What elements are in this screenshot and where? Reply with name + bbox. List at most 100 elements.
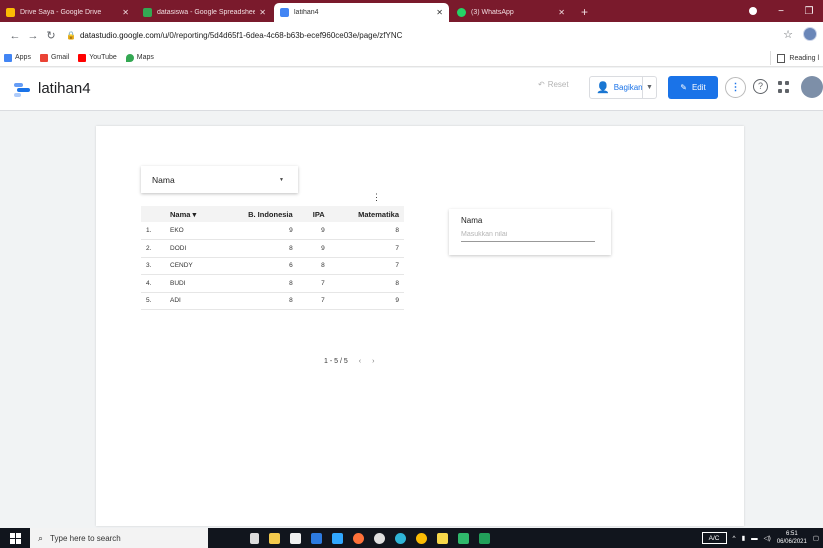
- cell-nama: ADI: [165, 292, 218, 310]
- sticky-notes-icon[interactable]: [437, 532, 448, 544]
- chevron-down-icon[interactable]: ▼: [642, 77, 656, 98]
- store-icon[interactable]: [290, 532, 301, 544]
- cell-ipa: 9: [297, 239, 330, 258]
- bookmark-gmail[interactable]: Gmail: [39, 53, 69, 62]
- minimize-icon[interactable]: −: [767, 6, 795, 17]
- cell-b-indonesia: 8: [217, 274, 298, 293]
- windows-start-icon[interactable]: [0, 528, 30, 548]
- row-number: 3.: [141, 257, 165, 275]
- clock-time: 6:51: [785, 531, 798, 537]
- profile-avatar[interactable]: [803, 27, 817, 41]
- report-title[interactable]: latihan4: [38, 80, 91, 97]
- lock-icon[interactable]: 🔒: [66, 31, 76, 40]
- table-row[interactable]: 1. EKO 9 9 8: [141, 222, 404, 240]
- battery-icon[interactable]: ▬: [751, 535, 758, 542]
- reading-list-button[interactable]: Reading l: [770, 51, 819, 65]
- reset-button[interactable]: ↶ Reset: [538, 80, 569, 89]
- cell-b-indonesia: 8: [217, 292, 298, 310]
- help-icon[interactable]: ?: [753, 79, 768, 94]
- column-label: Nama: [170, 209, 191, 219]
- browser-tab-spreadsheet[interactable]: datasiswa - Google Spreadsheet ✕: [137, 3, 272, 22]
- bookmark-youtube[interactable]: YouTube: [78, 53, 117, 62]
- tab-label: latihan4: [294, 9, 319, 16]
- url-field[interactable]: datastudio.google.com/u/0/reporting/5d4d…: [80, 31, 402, 40]
- google-drive-icon: [6, 8, 15, 17]
- bookmark-maps[interactable]: Maps: [125, 53, 154, 62]
- data-studio-logo-icon[interactable]: [14, 83, 30, 97]
- browser-tab-strip: Drive Saya - Google Drive ✕ datasiswa - …: [0, 0, 823, 22]
- cell-nama: CENDY: [165, 257, 218, 275]
- bookmarks-bar: Apps Gmail YouTube Maps Reading l: [0, 49, 823, 67]
- network-icon[interactable]: ▮: [742, 534, 746, 542]
- reload-icon[interactable]: ↻: [42, 29, 60, 42]
- app-icon[interactable]: [374, 532, 385, 544]
- dropdown-label: Nama: [152, 174, 175, 185]
- mail-icon[interactable]: [311, 532, 322, 544]
- close-icon[interactable]: ✕: [558, 8, 565, 17]
- caret-down-icon: ▼: [279, 177, 284, 183]
- clock[interactable]: 6:51 06/06/2021: [777, 530, 807, 546]
- column-header-ipa[interactable]: IPA: [297, 206, 330, 222]
- forward-icon[interactable]: →: [24, 30, 42, 42]
- chrome-icon[interactable]: [416, 532, 427, 544]
- table-row[interactable]: 4. BUDI 8 7 8: [141, 274, 404, 293]
- table-header-row: Nama ▾ B. Indonesia IPA Matematika: [141, 206, 404, 222]
- taskbar-pinned-apps: [250, 532, 490, 544]
- browser-tab-drive[interactable]: Drive Saya - Google Drive ✕: [0, 3, 135, 22]
- volume-icon[interactable]: ◁): [764, 534, 771, 542]
- nama-filter-dropdown[interactable]: Nama ▼: [141, 166, 298, 193]
- table-row[interactable]: 5. ADI 8 7 9: [141, 292, 404, 310]
- task-view-icon[interactable]: [250, 532, 259, 544]
- nilai-input[interactable]: [461, 231, 591, 238]
- previous-page-button[interactable]: ‹: [359, 358, 361, 365]
- chevron-up-icon[interactable]: ^: [733, 535, 736, 542]
- avatar[interactable]: [801, 76, 823, 98]
- tab-label: datasiswa - Google Spreadsheet: [157, 9, 256, 16]
- taskbar-search[interactable]: ⌕ Type here to search: [30, 528, 208, 548]
- profile-dot-icon[interactable]: [749, 7, 757, 15]
- close-icon[interactable]: ✕: [122, 8, 129, 17]
- google-apps-icon[interactable]: [778, 81, 790, 93]
- data-studio-icon: [280, 8, 289, 17]
- edit-button[interactable]: ✎ Edit: [668, 76, 718, 99]
- table-options-icon[interactable]: ⋮: [372, 193, 381, 202]
- back-icon[interactable]: ←: [6, 30, 24, 42]
- pagination-range: 1 - 5 / 5: [324, 358, 348, 365]
- browser-tab-latihan4[interactable]: latihan4 ✕: [274, 3, 449, 22]
- ac-badge[interactable]: A/C: [701, 532, 727, 544]
- reset-label: Reset: [547, 80, 569, 89]
- table-row[interactable]: 2. DODI 8 9 7: [141, 239, 404, 258]
- new-tab-button[interactable]: +: [573, 3, 596, 22]
- column-header-nama[interactable]: Nama ▾: [165, 206, 218, 222]
- nama-input-box: Nama: [449, 209, 611, 255]
- browser-tab-whatsapp[interactable]: (3) WhatsApp ✕: [451, 3, 571, 22]
- more-vert-icon[interactable]: ⋮: [725, 77, 746, 98]
- cell-ipa: 8: [297, 257, 330, 275]
- share-button[interactable]: 👤 Bagikan ▼: [589, 76, 657, 99]
- notification-icon[interactable]: ▢: [813, 534, 819, 542]
- table-row[interactable]: 3. CENDY 6 8 7: [141, 257, 404, 275]
- app-green-icon[interactable]: [458, 532, 469, 544]
- file-explorer-icon[interactable]: [269, 532, 280, 544]
- google-sheets-icon: [143, 8, 152, 17]
- edge-icon[interactable]: [395, 532, 406, 544]
- input-field-wrapper: [461, 231, 595, 242]
- column-header-matematika[interactable]: Matematika: [329, 206, 404, 222]
- cell-nama: EKO: [165, 222, 218, 240]
- column-header-b-indonesia[interactable]: B. Indonesia: [217, 206, 298, 222]
- maximize-icon[interactable]: ❐: [795, 6, 823, 17]
- photoshop-icon[interactable]: [332, 532, 343, 544]
- bookmark-star-icon[interactable]: ☆: [783, 28, 793, 41]
- windows-taskbar: ⌕ Type here to search A/C ^ ▮ ▬ ◁) 6:51 …: [0, 528, 823, 548]
- cell-matematika: 8: [329, 274, 404, 293]
- bookmark-apps[interactable]: Apps: [4, 53, 31, 62]
- firefox-icon[interactable]: [353, 532, 364, 544]
- close-icon[interactable]: ✕: [259, 8, 266, 17]
- next-page-button[interactable]: ›: [372, 358, 374, 365]
- close-icon[interactable]: ✕: [436, 8, 443, 17]
- cell-nama: BUDI: [165, 274, 218, 293]
- add-person-icon: 👤: [596, 82, 610, 94]
- app-green-icon-2[interactable]: [479, 532, 490, 544]
- reading-list-icon: [777, 53, 786, 63]
- search-icon: ⌕: [38, 532, 44, 543]
